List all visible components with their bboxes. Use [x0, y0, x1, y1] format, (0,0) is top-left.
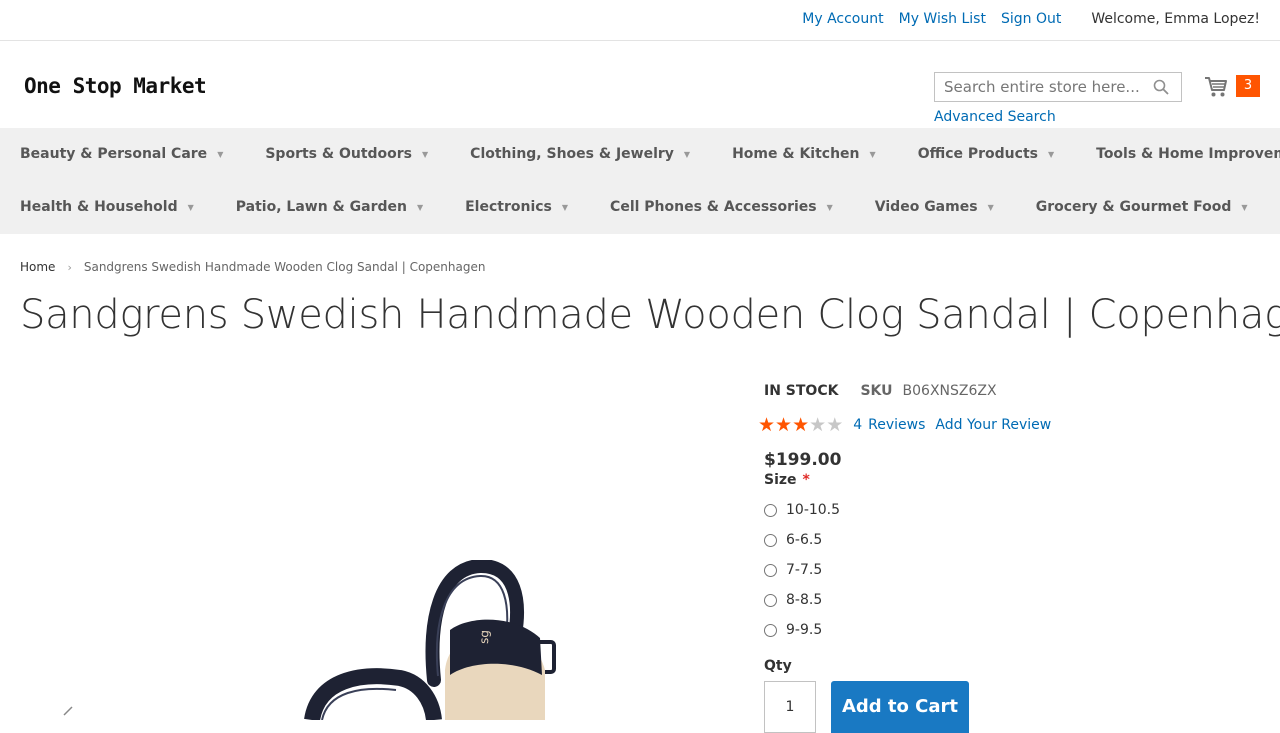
- size-option[interactable]: 10-10.5: [764, 495, 840, 525]
- size-option-label: 7-7.5: [786, 562, 823, 578]
- add-review-link[interactable]: Add Your Review: [935, 417, 1051, 433]
- size-radio[interactable]: [764, 533, 777, 547]
- breadcrumb-current: Sandgrens Swedish Handmade Wooden Clog S…: [83, 260, 486, 274]
- page-title: Sandgrens Swedish Handmade Wooden Clog S…: [20, 292, 1280, 338]
- nav-health-household[interactable]: Health & Household ▼: [20, 199, 194, 215]
- search-icon[interactable]: [1153, 79, 1169, 99]
- nav-label: Cell Phones & Accessories: [610, 199, 817, 215]
- welcome-message: Welcome, Emma Lopez!: [1091, 11, 1260, 27]
- chevron-left-icon[interactable]: [60, 705, 76, 725]
- star-empty-icon: ★: [826, 414, 844, 436]
- cart-icon[interactable]: [1204, 76, 1228, 102]
- stock-sku-row: IN STOCK SKU B06XNSZ6ZX: [764, 383, 997, 399]
- chevron-down-icon: ▼: [187, 202, 194, 212]
- nav-grocery-gourmet-food[interactable]: Grocery & Gourmet Food ▼: [1036, 199, 1248, 215]
- breadcrumb-home-link[interactable]: Home: [20, 260, 55, 274]
- review-count-link[interactable]: 4: [853, 417, 862, 433]
- advanced-search-link[interactable]: Advanced Search: [934, 109, 1056, 125]
- sku-label: SKU: [860, 383, 893, 399]
- account-links: My Account My Wish List Sign Out Welcome…: [787, 11, 1260, 27]
- nav-label: Tools & Home Improvement: [1096, 146, 1280, 162]
- nav-label: Electronics: [465, 199, 552, 215]
- nav-label: Clothing, Shoes & Jewelry: [470, 146, 674, 162]
- size-option[interactable]: 6-6.5: [764, 525, 840, 555]
- nav-clothing-shoes-jewelry[interactable]: Clothing, Shoes & Jewelry ▼: [470, 146, 690, 162]
- size-radio[interactable]: [764, 503, 777, 517]
- size-option[interactable]: 9-9.5: [764, 615, 840, 645]
- size-option-label: 8-8.5: [786, 592, 823, 608]
- nav-label: Home & Kitchen: [732, 146, 860, 162]
- chevron-down-icon: ▼: [416, 202, 424, 212]
- stock-status: IN STOCK: [764, 383, 839, 399]
- search-box: [934, 72, 1182, 102]
- qty-input[interactable]: [764, 681, 816, 733]
- size-radio[interactable]: [764, 593, 777, 607]
- size-option-label: 9-9.5: [786, 622, 823, 638]
- chevron-down-icon: ▼: [987, 202, 994, 212]
- nav-label: Health & Household: [20, 199, 178, 215]
- store-logo[interactable]: One Stop Market: [24, 74, 207, 98]
- chevron-down-icon: ▼: [561, 202, 569, 212]
- rating-summary: ★ ★ ★ ★ ★ 4 Reviews Add Your Review: [758, 414, 1051, 436]
- chevron-right-icon: ›: [67, 260, 72, 274]
- nav-video-games[interactable]: Video Games ▼: [875, 199, 994, 215]
- reviews-link[interactable]: Reviews: [868, 417, 925, 433]
- nav-patio-lawn-garden[interactable]: Patio, Lawn & Garden ▼: [236, 199, 423, 215]
- size-radio[interactable]: [764, 563, 777, 577]
- size-radio[interactable]: [764, 623, 777, 637]
- size-label-text: Size: [764, 472, 797, 488]
- nav-label: Sports & Outdoors: [265, 146, 413, 162]
- nav-office-products[interactable]: Office Products ▼: [918, 146, 1054, 162]
- rating-stars: ★ ★ ★ ★ ★: [758, 414, 844, 436]
- search-input[interactable]: [935, 73, 1149, 101]
- chevron-down-icon: ▼: [869, 149, 876, 159]
- breadcrumb: Home › Sandgrens Swedish Handmade Wooden…: [20, 260, 485, 274]
- star-filled-icon: ★: [775, 414, 793, 436]
- star-filled-icon: ★: [758, 414, 776, 436]
- chevron-down-icon: ▼: [683, 149, 691, 159]
- nav-home-kitchen[interactable]: Home & Kitchen ▼: [732, 146, 876, 162]
- size-options: 10-10.5 6-6.5 7-7.5 8-8.5 9-9.5: [764, 495, 840, 645]
- star-empty-icon: ★: [809, 414, 827, 436]
- nav-label: Patio, Lawn & Garden: [235, 199, 407, 215]
- add-to-cart-button[interactable]: Add to Cart: [831, 681, 969, 733]
- nav-tools-home-improvement[interactable]: Tools & Home Improvement▼: [1096, 146, 1280, 162]
- nav-electronics[interactable]: Electronics ▼: [465, 199, 568, 215]
- qty-label: Qty: [764, 658, 792, 674]
- brand-stamp: sg: [477, 630, 491, 644]
- top-bar: My Account My Wish List Sign Out Welcome…: [0, 0, 1280, 41]
- nav-label: Video Games: [874, 199, 978, 215]
- required-marker: *: [802, 472, 810, 488]
- chevron-down-icon: ▼: [826, 202, 833, 212]
- size-option-label: 10-10.5: [786, 502, 841, 518]
- size-option[interactable]: 8-8.5: [764, 585, 840, 615]
- nav-label: Grocery & Gourmet Food: [1035, 199, 1232, 215]
- sku-value: B06XNSZ6ZX: [902, 383, 997, 399]
- cart-count-badge[interactable]: 3: [1236, 75, 1260, 97]
- chevron-down-icon: ▼: [1241, 202, 1248, 212]
- nav-sports-outdoors[interactable]: Sports & Outdoors ▼: [265, 146, 428, 162]
- sign-out-link[interactable]: Sign Out: [1001, 11, 1061, 27]
- category-nav: Beauty & Personal Care ▼ Sports & Outdoor…: [0, 128, 1280, 234]
- nav-label: Beauty & Personal Care: [20, 146, 208, 162]
- product-price: $199.00: [764, 450, 842, 470]
- my-account-link[interactable]: My Account: [802, 11, 883, 27]
- star-filled-icon: ★: [792, 414, 810, 436]
- nav-beauty-personal-care[interactable]: Beauty & Personal Care ▼: [20, 146, 223, 162]
- nav-cell-phones-accessories[interactable]: Cell Phones & Accessories ▼: [610, 199, 833, 215]
- product-image[interactable]: sg: [300, 558, 570, 724]
- size-label: Size *: [764, 472, 810, 488]
- size-option-label: 6-6.5: [786, 532, 823, 548]
- wish-list-link[interactable]: My Wish List: [899, 11, 986, 27]
- chevron-down-icon: ▼: [217, 149, 224, 159]
- chevron-down-icon: ▼: [1047, 149, 1055, 159]
- chevron-down-icon: ▼: [422, 149, 429, 159]
- size-option[interactable]: 7-7.5: [764, 555, 840, 585]
- nav-label: Office Products: [917, 146, 1038, 162]
